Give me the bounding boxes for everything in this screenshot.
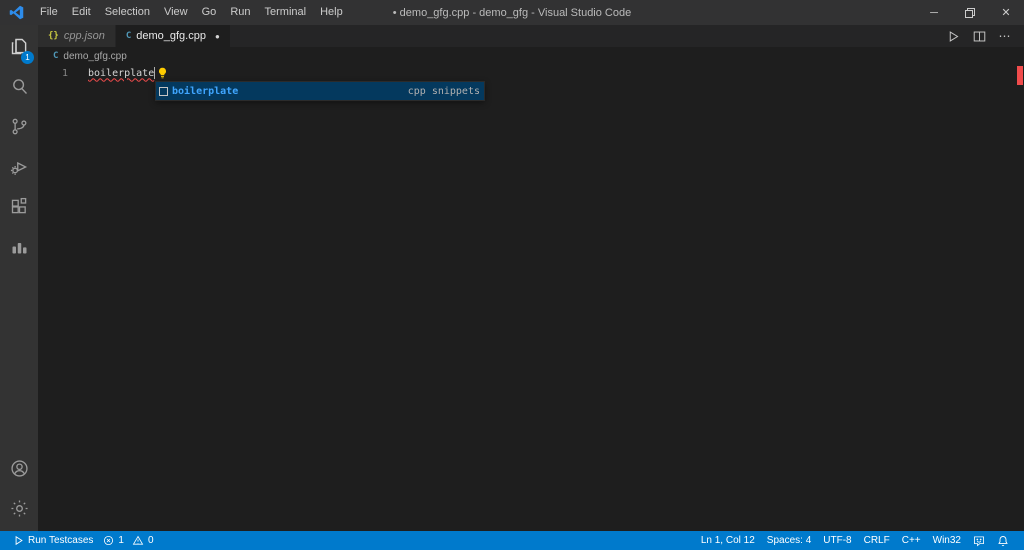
code-editor[interactable]: 1 boilerplate boilerplate cpp snippets (38, 65, 1024, 531)
tab-label: cpp.json (63, 30, 105, 42)
snippet-icon (159, 86, 168, 96)
suggest-item-boilerplate[interactable]: boilerplate cpp snippets (156, 82, 484, 100)
menu-item-run[interactable]: Run (223, 0, 257, 25)
account-icon (9, 458, 30, 484)
status-bar: Run Testcases 1 0 Ln 1, Col 12 Spaces: 4… (0, 531, 1024, 550)
line-number: 1 (61, 67, 68, 79)
language-mode[interactable]: C++ (897, 531, 926, 550)
encoding-setting[interactable]: UTF-8 (818, 531, 856, 550)
extensions-icon (9, 196, 30, 222)
close-icon[interactable]: ✕ (988, 0, 1024, 25)
minimize-icon[interactable]: ─ (916, 0, 952, 25)
code-token-boilerplate: boilerplate (88, 67, 155, 79)
sidebar-item-source-control[interactable] (0, 109, 38, 149)
run-testcases-button[interactable]: Run Testcases (8, 531, 98, 550)
sidebar-item-search[interactable] (0, 69, 38, 109)
run-testcases-label: Run Testcases (28, 535, 94, 546)
text-cursor (154, 67, 156, 79)
bar-chart-icon (9, 236, 30, 262)
gear-icon (9, 498, 30, 524)
run-code-button[interactable] (942, 25, 964, 47)
sidebar-item-run-and-debug[interactable] (0, 149, 38, 189)
window-controls: ─ ✕ (916, 0, 1024, 25)
restore-icon[interactable] (952, 0, 988, 25)
error-count: 1 (118, 535, 124, 546)
sidebar-item-extensions[interactable] (0, 189, 38, 229)
notifications-button[interactable] (992, 531, 1014, 550)
vscode-window: File Edit Selection View Go Run Terminal… (0, 0, 1024, 550)
play-icon (13, 535, 24, 546)
status-bar-left: Run Testcases 1 0 (8, 531, 159, 550)
overview-ruler[interactable] (1014, 65, 1024, 531)
menu-item-help[interactable]: Help (313, 0, 350, 25)
error-marker (1017, 66, 1023, 85)
activity-bar: 1 (0, 25, 38, 531)
breadcrumb-filename: demo_gfg.cpp (63, 50, 127, 62)
menu-item-file[interactable]: File (33, 0, 65, 25)
menu-item-edit[interactable]: Edit (65, 0, 98, 25)
ellipsis-icon: ⋯ (998, 29, 1012, 43)
status-bar-right: Ln 1, Col 12 Spaces: 4 UTF-8 CRLF C++ Wi… (696, 531, 1014, 550)
suggest-widget: boilerplate cpp snippets (155, 81, 485, 101)
editor-actions: ⋯ (942, 25, 1024, 47)
split-editor-button[interactable] (968, 25, 990, 47)
warning-count: 0 (147, 535, 154, 546)
menu-item-terminal[interactable]: Terminal (258, 0, 314, 25)
suggest-label: boilerplate (172, 85, 239, 97)
feedback-button[interactable] (968, 531, 990, 550)
sidebar-item-explorer[interactable]: 1 (0, 29, 38, 69)
git-branch-icon (9, 116, 30, 142)
feedback-smiley-icon (973, 535, 985, 547)
platform-indicator[interactable]: Win32 (928, 531, 966, 550)
menu-item-selection[interactable]: Selection (98, 0, 157, 25)
cpp-file-icon: C (53, 51, 59, 61)
tab-demo-gfg-cpp[interactable]: C demo_gfg.cpp ● (115, 25, 231, 47)
explorer-badge: 1 (21, 51, 34, 64)
tab-label: demo_gfg.cpp (136, 30, 206, 42)
cursor-position[interactable]: Ln 1, Col 12 (696, 531, 760, 550)
code-line-1: 1 boilerplate (38, 65, 1024, 81)
run-debug-icon (9, 156, 30, 182)
warning-icon (132, 535, 144, 546)
eol-setting[interactable]: CRLF (859, 531, 895, 550)
menu-item-view[interactable]: View (157, 0, 195, 25)
tab-bar: {} cpp.json C demo_gfg.cpp ● ⋯ (38, 25, 1024, 47)
suggest-detail: cpp snippets (407, 85, 480, 97)
json-file-icon: {} (48, 31, 59, 41)
title-bar: File Edit Selection View Go Run Terminal… (0, 0, 1024, 25)
editor-group: {} cpp.json C demo_gfg.cpp ● ⋯ C demo_gf… (38, 25, 1024, 531)
problems-indicator[interactable]: 1 0 (98, 531, 158, 550)
breadcrumb[interactable]: C demo_gfg.cpp (38, 47, 1024, 65)
cpp-file-icon: C (125, 31, 132, 41)
menu-item-go[interactable]: Go (195, 0, 224, 25)
error-icon (103, 535, 114, 546)
vscode-logo-icon (9, 5, 25, 21)
main-area: 1 {} cpp.json C demo_gfg.cpp ● ⋯ C demo_… (0, 25, 1024, 531)
search-icon (9, 76, 30, 102)
indentation-setting[interactable]: Spaces: 4 (762, 531, 816, 550)
modified-dot-icon[interactable]: ● (215, 32, 220, 41)
account-button[interactable] (0, 451, 38, 491)
tab-cpp-json[interactable]: {} cpp.json (38, 25, 116, 47)
more-actions-button[interactable]: ⋯ (994, 25, 1016, 47)
settings-button[interactable] (0, 491, 38, 531)
bell-icon (997, 535, 1009, 547)
sidebar-item-testcase-results[interactable] (0, 229, 38, 269)
lightbulb-icon[interactable] (157, 67, 168, 79)
